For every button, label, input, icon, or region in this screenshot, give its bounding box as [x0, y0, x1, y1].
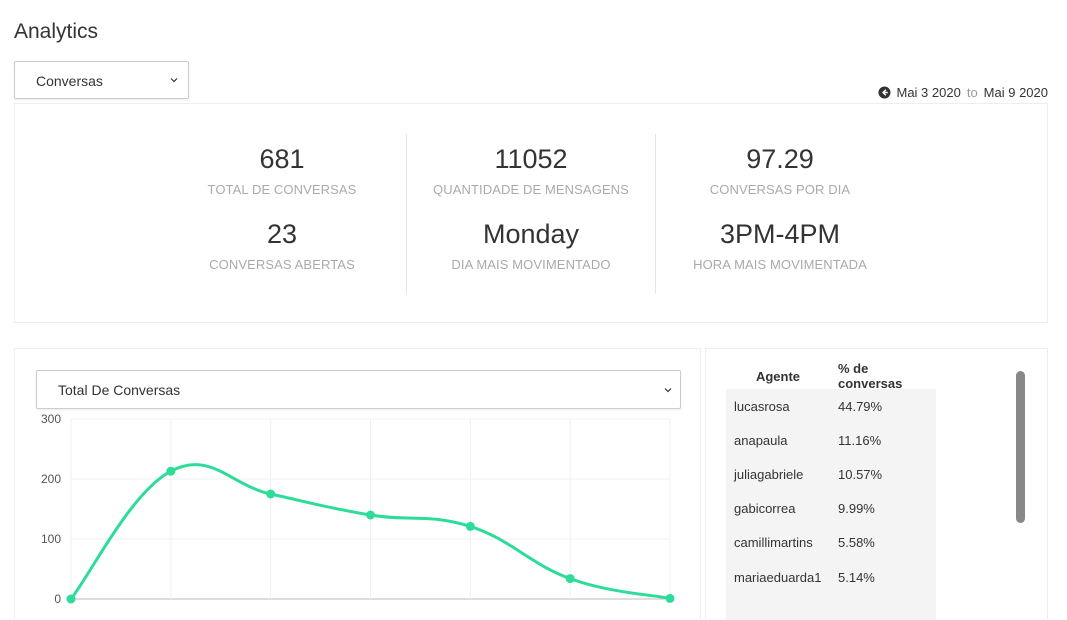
agent-percent: 9.99% — [838, 501, 875, 517]
stat-label: CONVERSAS ABERTAS — [209, 257, 355, 272]
agent-name: anapaula — [734, 432, 788, 448]
table-body: lucasrosa 44.79% anapaula 11.16% juliaga… — [726, 389, 936, 620]
header-agent: Agente — [755, 368, 801, 384]
y-tick-label: 100 — [41, 532, 61, 546]
stat-label: TOTAL DE CONVERSAS — [207, 182, 357, 197]
stat-label: CONVERSAS POR DIA — [709, 182, 851, 197]
stat-value: Monday — [482, 219, 580, 249]
date-range-separator: to — [966, 85, 978, 100]
data-point — [366, 510, 375, 520]
agents-table: Agente % de conversas lucasrosa 44.79% a… — [726, 361, 936, 620]
data-point — [465, 521, 475, 531]
stat-total-conversations: 681 TOTAL DE CONVERSAS — [162, 144, 402, 197]
stat-value: 681 — [259, 144, 305, 174]
stats-card: 681 TOTAL DE CONVERSAS 11052 QUANTIDADE … — [14, 103, 1048, 323]
agent-name: gabicorrea — [734, 501, 796, 517]
stat-label: DIA MAIS MOVIMENTADO — [451, 257, 611, 272]
table-row: lucasrosa 44.79% — [726, 389, 936, 423]
table-row: juliagabriele 10.57% — [726, 457, 936, 491]
data-point — [266, 489, 276, 499]
arrow-circle-left-icon[interactable] — [877, 86, 891, 99]
data-point — [665, 593, 675, 603]
agent-percent: 5.14% — [838, 569, 875, 585]
stat-value: 11052 — [494, 144, 568, 174]
stat-value: 3PM-4PM — [719, 219, 841, 249]
chart-card: Total De Conversas 300 200 100 0 — [14, 348, 701, 619]
table-scrollbar[interactable] — [1016, 371, 1025, 523]
stats-divider — [406, 134, 407, 294]
table-header: Agente % de conversas — [726, 361, 936, 391]
header-percent: % de conversas — [838, 361, 903, 391]
agent-name: lucasrosa — [734, 398, 790, 414]
agent-percent: 44.79% — [838, 398, 883, 414]
table-row: gabicorrea 9.99% — [726, 492, 936, 526]
agent-name: camillimartins — [734, 535, 813, 551]
stat-open-conversations: 23 CONVERSAS ABERTAS — [162, 219, 402, 272]
stats-divider — [655, 134, 656, 294]
agent-percent: 5.58% — [838, 535, 875, 551]
stat-value: 23 — [266, 219, 298, 249]
stat-busiest-hour: 3PM-4PM HORA MAIS MOVIMENTADA — [660, 219, 900, 272]
data-point — [166, 466, 176, 476]
stat-label: QUANTIDADE DE MENSAGENS — [433, 182, 629, 197]
agent-name: mariaeduarda1 — [734, 569, 822, 585]
agent-name: juliagabriele — [734, 466, 804, 482]
page-title: Analytics — [14, 20, 99, 43]
agent-percent: 10.57% — [838, 466, 883, 482]
data-point — [66, 594, 76, 604]
stat-busiest-day: Monday DIA MAIS MOVIMENTADO — [411, 219, 651, 272]
y-tick-label: 0 — [54, 592, 61, 606]
agent-percent: 11.16% — [838, 432, 882, 448]
table-row: anapaula 11.16% — [726, 423, 936, 457]
date-range: Mai 3 2020 to Mai 9 2020 — [877, 85, 1048, 100]
y-tick-label: 300 — [41, 412, 61, 426]
analytics-type-value: Conversas — [36, 73, 103, 89]
stat-value: 97.29 — [746, 144, 814, 174]
stat-conversations-per-day: 97.29 CONVERSAS POR DIA — [660, 144, 900, 197]
stat-label: HORA MAIS MOVIMENTADA — [693, 257, 867, 272]
table-row: camillimartins 5.58% — [726, 526, 936, 560]
agents-table-card: Agente % de conversas lucasrosa 44.79% a… — [705, 348, 1048, 620]
conversations-line-chart: 300 200 100 0 — [41, 412, 675, 606]
y-tick-label: 200 — [41, 472, 61, 486]
table-row: mariaeduarda1 5.14% — [726, 560, 936, 594]
date-range-start[interactable]: Mai 3 2020 — [897, 85, 961, 100]
data-point — [565, 574, 575, 584]
stat-message-count: 11052 QUANTIDADE DE MENSAGENS — [411, 144, 651, 197]
chevron-down-icon — [170, 78, 178, 83]
analytics-type-select[interactable]: Conversas — [14, 61, 189, 99]
date-range-end[interactable]: Mai 9 2020 — [984, 85, 1048, 100]
